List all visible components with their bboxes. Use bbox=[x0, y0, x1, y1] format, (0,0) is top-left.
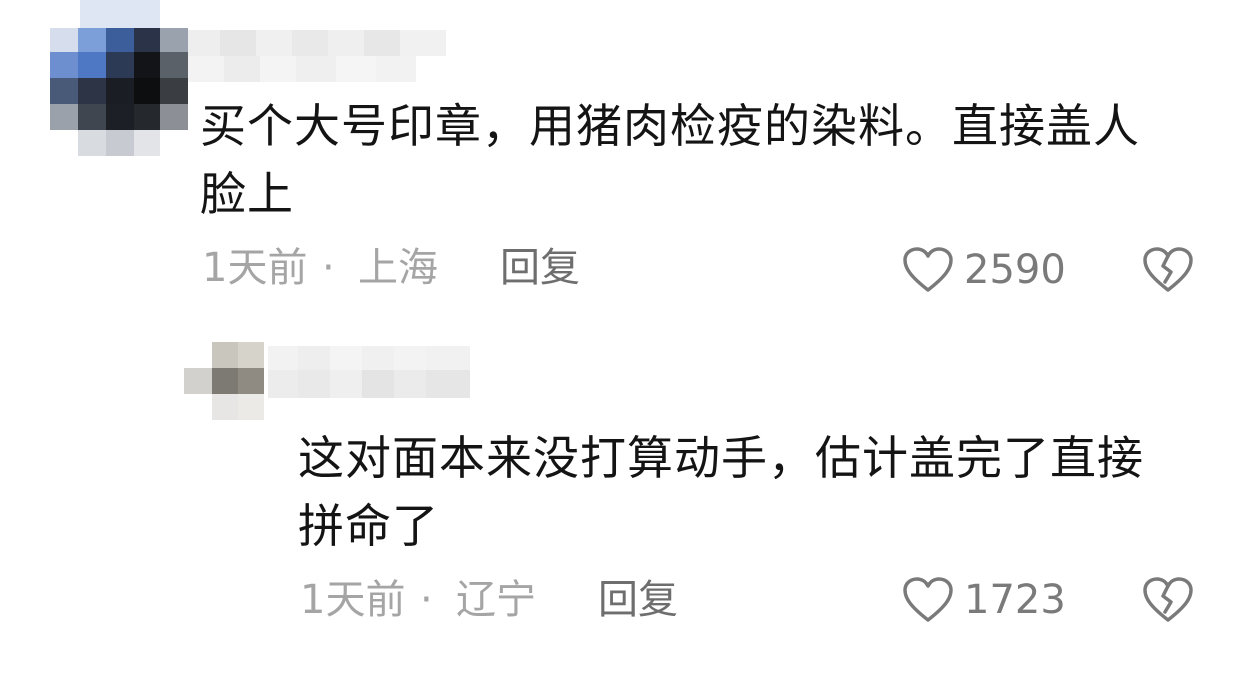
comment-text-line-2: 脸上 bbox=[200, 167, 294, 221]
comment-text-line-1: 这对面本来没打算动手，估计盖完了直接 bbox=[298, 431, 1144, 485]
username-blurred[interactable] bbox=[188, 22, 448, 92]
comment-text-line-1: 买个大号印章，用猪肉检疫的染料。直接盖人 bbox=[200, 99, 1140, 153]
comment-time: 1天前 bbox=[300, 577, 406, 623]
meta-separator: · bbox=[322, 245, 335, 291]
reply-button[interactable]: 回复 bbox=[500, 244, 580, 292]
like-count: 1723 bbox=[964, 577, 1066, 623]
like-count: 2590 bbox=[964, 247, 1066, 293]
comment-item: 买个大号印章，用猪肉检疫的染料。直接盖人 脸上 1天前 · 上海 回复 2590 bbox=[0, 0, 1260, 320]
comment-text-line-2: 拼命了 bbox=[298, 499, 439, 553]
heart-outline-icon[interactable] bbox=[902, 576, 954, 624]
reply-button[interactable]: 回复 bbox=[598, 576, 678, 624]
heart-outline-icon[interactable] bbox=[902, 246, 954, 294]
comment-location: 上海 bbox=[358, 245, 438, 291]
avatar[interactable] bbox=[184, 342, 266, 424]
username-blurred[interactable] bbox=[264, 344, 476, 404]
avatar[interactable] bbox=[50, 0, 190, 180]
comment-location: 辽宁 bbox=[456, 577, 536, 623]
reply-comment-item: 这对面本来没打算动手，估计盖完了直接 拼命了 1天前 · 辽宁 回复 1723 bbox=[0, 330, 1260, 684]
broken-heart-icon[interactable] bbox=[1142, 246, 1194, 294]
broken-heart-icon[interactable] bbox=[1142, 576, 1194, 624]
comment-time: 1天前 bbox=[202, 245, 308, 291]
meta-separator: · bbox=[420, 577, 433, 623]
